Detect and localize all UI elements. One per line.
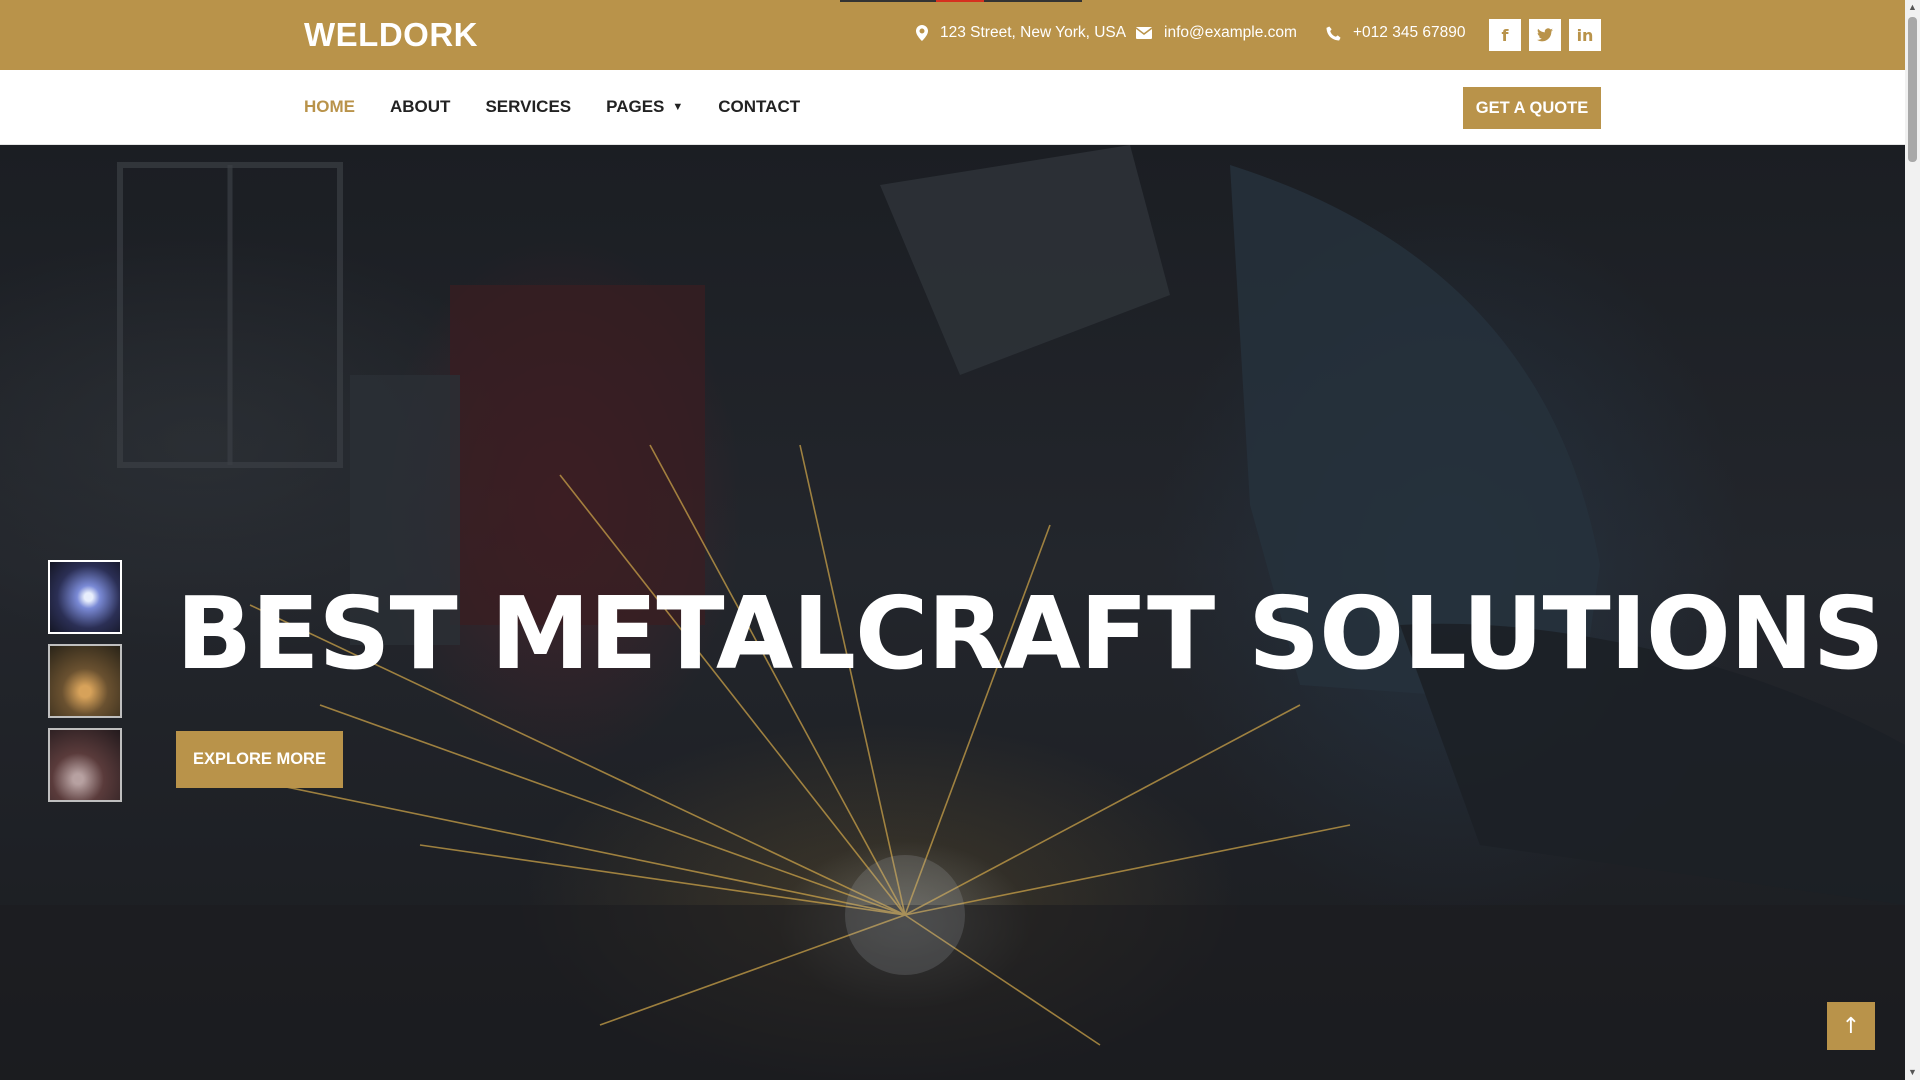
phone-text[interactable]: +012 345 67890 <box>1353 24 1466 42</box>
slide-thumbnail-2[interactable] <box>48 644 122 718</box>
nav-menu: HOME ABOUT SERVICES PAGES ▼ CONTACT <box>304 97 835 117</box>
nav-about[interactable]: ABOUT <box>390 97 450 117</box>
brand-logo[interactable]: WELDORK <box>304 16 478 54</box>
nav-home[interactable]: HOME <box>304 97 355 117</box>
address-text: 123 Street, New York, USA <box>940 24 1127 41</box>
contact-address: 123 Street, New York, USA <box>916 24 1126 42</box>
twitter-icon[interactable] <box>1529 19 1561 51</box>
hero-title: BEST METALCRAFT SOLUTIONS <box>176 575 1885 692</box>
nav-contact[interactable]: CONTACT <box>718 97 800 117</box>
slide-thumbnails <box>48 560 122 802</box>
hero-slider: BEST METALCRAFT SOLUTIONS EXPLORE MORE <box>0 145 1905 1080</box>
nav-pages-dropdown[interactable]: PAGES ▼ <box>606 97 683 117</box>
contact-phone: +012 345 67890 <box>1326 24 1466 42</box>
slide-thumbnail-3[interactable] <box>48 728 122 802</box>
phone-icon <box>1326 25 1341 41</box>
slide-thumbnail-1[interactable] <box>48 560 122 634</box>
facebook-icon[interactable]: f <box>1489 19 1521 51</box>
social-links: f in <box>1489 19 1601 51</box>
page-scrollbar[interactable]: ▲ ▼ <box>1905 0 1920 1080</box>
explore-more-button[interactable]: EXPLORE MORE <box>176 731 343 788</box>
top-bar: WELDORK 123 Street, New York, USA info@e… <box>0 0 1905 70</box>
scroll-down-arrow-icon[interactable]: ▼ <box>1905 1065 1920 1080</box>
top-accent-line <box>840 0 1082 2</box>
arrow-up-icon: ↑ <box>1841 1013 1861 1039</box>
main-navbar: HOME ABOUT SERVICES PAGES ▼ CONTACT GET A… <box>0 70 1905 145</box>
nav-services[interactable]: SERVICES <box>485 97 571 117</box>
contact-email: info@example.com <box>1136 24 1297 42</box>
linkedin-icon[interactable]: in <box>1569 19 1601 51</box>
back-to-top-button[interactable]: ↑ <box>1827 1002 1875 1050</box>
chevron-down-icon: ▼ <box>672 101 684 113</box>
envelope-icon <box>1136 27 1152 39</box>
email-text[interactable]: info@example.com <box>1164 24 1297 42</box>
map-pin-icon <box>916 25 928 41</box>
scrollbar-thumb[interactable] <box>1908 17 1917 162</box>
scroll-up-arrow-icon[interactable]: ▲ <box>1905 0 1920 15</box>
get-a-quote-button[interactable]: GET A QUOTE <box>1463 87 1601 129</box>
